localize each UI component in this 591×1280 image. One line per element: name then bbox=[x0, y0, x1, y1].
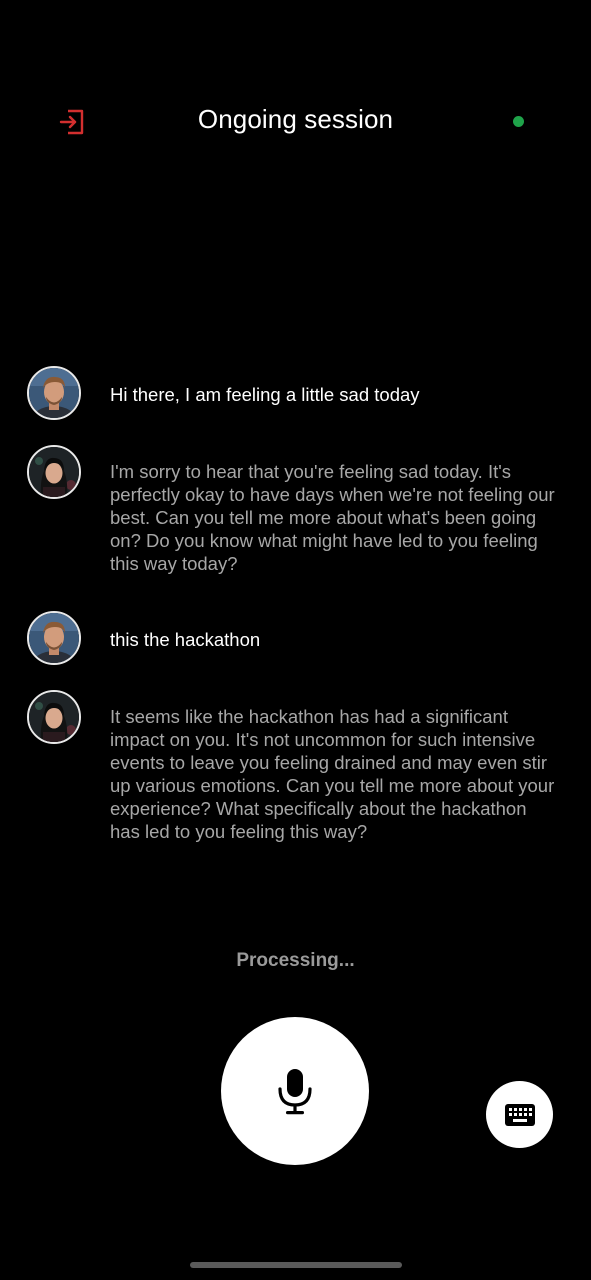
user-avatar bbox=[27, 366, 81, 420]
message-assistant: I'm sorry to hear that you're feeling sa… bbox=[0, 445, 591, 575]
assistant-avatar bbox=[27, 690, 81, 744]
conversation-list: Hi there, I am feeling a little sad toda… bbox=[0, 366, 591, 843]
page-title: Ongoing session bbox=[197, 104, 394, 134]
processing-status: Processing... bbox=[236, 950, 355, 971]
home-indicator[interactable] bbox=[190, 1262, 402, 1268]
message-assistant: It seems like the hackathon has had a si… bbox=[0, 690, 591, 843]
keyboard-icon bbox=[504, 1103, 535, 1126]
message-text: Hi there, I am feeling a little sad toda… bbox=[110, 384, 420, 405]
microphone-icon bbox=[278, 1069, 312, 1115]
message-text: this the hackathon bbox=[110, 629, 261, 650]
user-avatar bbox=[27, 611, 81, 665]
header-bar: Ongoing session bbox=[0, 90, 591, 152]
assistant-avatar bbox=[27, 445, 81, 499]
connection-status-dot-icon bbox=[513, 116, 524, 127]
keyboard-button[interactable] bbox=[486, 1081, 553, 1148]
message-user: this the hackathon bbox=[0, 611, 591, 665]
message-user: Hi there, I am feeling a little sad toda… bbox=[0, 366, 591, 420]
message-text: It seems like the hackathon has had a si… bbox=[110, 706, 555, 842]
microphone-button[interactable] bbox=[221, 1017, 369, 1165]
message-text: I'm sorry to hear that you're feeling sa… bbox=[110, 461, 555, 574]
